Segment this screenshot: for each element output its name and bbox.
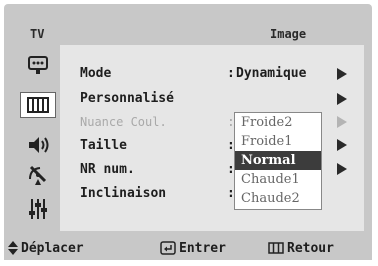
- up-down-icon: [8, 241, 18, 255]
- arrow-right-icon: [337, 93, 347, 105]
- tv-label: TV: [30, 27, 45, 41]
- arrow-right-icon: [337, 139, 347, 151]
- enter-label: Entrer: [179, 240, 226, 256]
- move-label: Déplacer: [21, 240, 84, 256]
- channel-icon[interactable]: [20, 162, 56, 188]
- color-tone-dropdown[interactable]: Froide2 Froide1 Normal Chaude1 Chaude2: [234, 112, 322, 210]
- separator: :: [227, 66, 235, 81]
- move-hint: Déplacer: [8, 240, 84, 256]
- arrow-right-icon: [337, 68, 347, 80]
- page-title: Image: [270, 27, 307, 41]
- return-hint: Retour: [268, 240, 334, 256]
- setup-icon[interactable]: [20, 196, 56, 222]
- mode-value[interactable]: Dynamique: [236, 66, 306, 84]
- enter-hint: Entrer: [160, 240, 226, 256]
- menu-row-personnalise-label[interactable]: Personnalisé: [80, 91, 174, 109]
- dropdown-option-selected[interactable]: Normal: [235, 151, 321, 170]
- return-label: Retour: [287, 240, 334, 256]
- dropdown-option[interactable]: Chaude2: [235, 189, 321, 208]
- menu-header: [16, 23, 364, 45]
- dropdown-option[interactable]: Froide2: [235, 113, 321, 132]
- dropdown-option[interactable]: Chaude1: [235, 170, 321, 189]
- menu-row-mode-label[interactable]: Mode: [80, 66, 111, 84]
- arrow-right-icon: [337, 116, 347, 128]
- menu-icon: [268, 242, 284, 254]
- dropdown-option[interactable]: Froide1: [235, 132, 321, 151]
- menu-row-nr-label[interactable]: NR num.: [80, 162, 135, 180]
- picture-icon[interactable]: [20, 92, 56, 118]
- input-icon[interactable]: [20, 52, 56, 78]
- arrow-right-icon: [337, 163, 347, 175]
- enter-icon: [160, 241, 176, 255]
- sound-icon[interactable]: [20, 132, 56, 158]
- menu-row-inclinaison-label[interactable]: Inclinaison: [80, 186, 166, 204]
- menu-row-nuance-label: Nuance Coul.: [80, 115, 167, 129]
- menu-row-taille-label[interactable]: Taille: [80, 138, 127, 156]
